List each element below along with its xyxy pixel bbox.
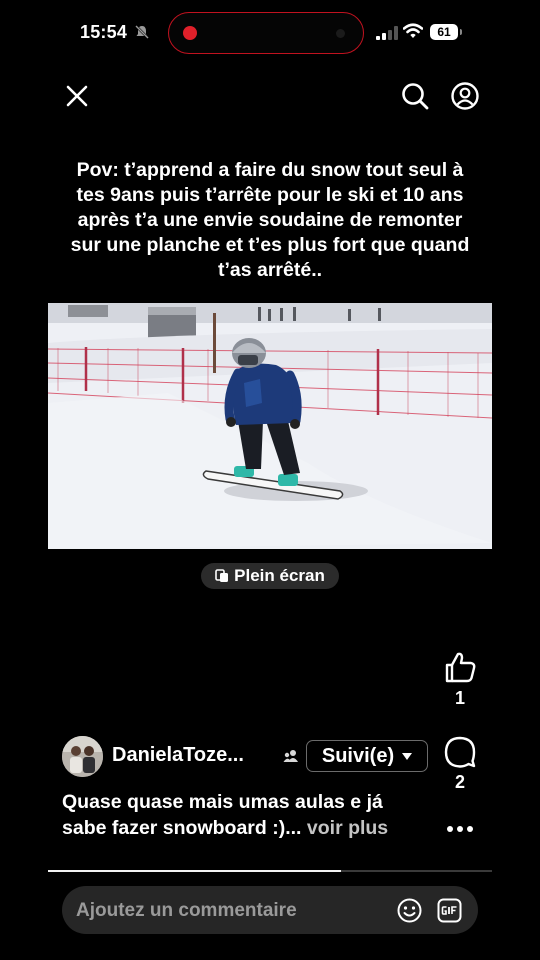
post-title: Pov: t’apprend a faire du snow tout seul… bbox=[70, 159, 470, 281]
gif-icon[interactable] bbox=[437, 898, 462, 923]
video-progress-fill bbox=[48, 870, 342, 872]
like-count: 1 bbox=[454, 688, 465, 708]
status-time: 15:54 bbox=[80, 22, 128, 42]
recording-indicator bbox=[183, 26, 197, 40]
see-more-link[interactable]: voir plus bbox=[307, 817, 388, 839]
dynamic-island[interactable] bbox=[168, 12, 364, 54]
fullscreen-label: Plein écran bbox=[234, 566, 325, 585]
group-icon bbox=[283, 750, 298, 762]
wifi-icon bbox=[403, 23, 423, 38]
chevron-down-icon bbox=[402, 752, 413, 760]
comment-placeholder: Ajoutez un commentaire bbox=[76, 900, 297, 921]
mute-icon bbox=[135, 25, 149, 39]
follow-label: Suivi(e) bbox=[321, 744, 395, 767]
comment-input[interactable]: Ajoutez un commentaire bbox=[62, 886, 478, 934]
fullscreen-icon bbox=[215, 569, 229, 582]
video-player[interactable] bbox=[48, 303, 492, 549]
avatar-photo bbox=[62, 736, 103, 777]
signal-icon bbox=[376, 26, 398, 40]
video-frame bbox=[48, 303, 492, 549]
follow-button[interactable]: Suivi(e) bbox=[306, 740, 428, 772]
comment-count: 2 bbox=[454, 772, 465, 792]
post-description: Quase quase mais umas aulas e já sabe fa… bbox=[62, 790, 432, 841]
fullscreen-button[interactable]: Plein écran bbox=[201, 563, 339, 589]
profile-icon[interactable] bbox=[450, 81, 480, 111]
author-name[interactable]: DanielaToze... bbox=[112, 744, 272, 767]
emoji-icon[interactable] bbox=[397, 898, 422, 923]
video-progress-bar[interactable] bbox=[48, 870, 492, 872]
comment-icon[interactable] bbox=[444, 736, 476, 768]
status-bar: 15:54 61 bbox=[0, 0, 540, 66]
camera-dot bbox=[336, 29, 345, 38]
more-icon[interactable] bbox=[446, 820, 474, 838]
avatar[interactable] bbox=[62, 736, 103, 777]
search-icon[interactable] bbox=[400, 81, 430, 111]
close-icon[interactable] bbox=[62, 81, 92, 111]
like-icon[interactable] bbox=[443, 650, 477, 684]
battery-indicator: 61 bbox=[430, 24, 462, 40]
